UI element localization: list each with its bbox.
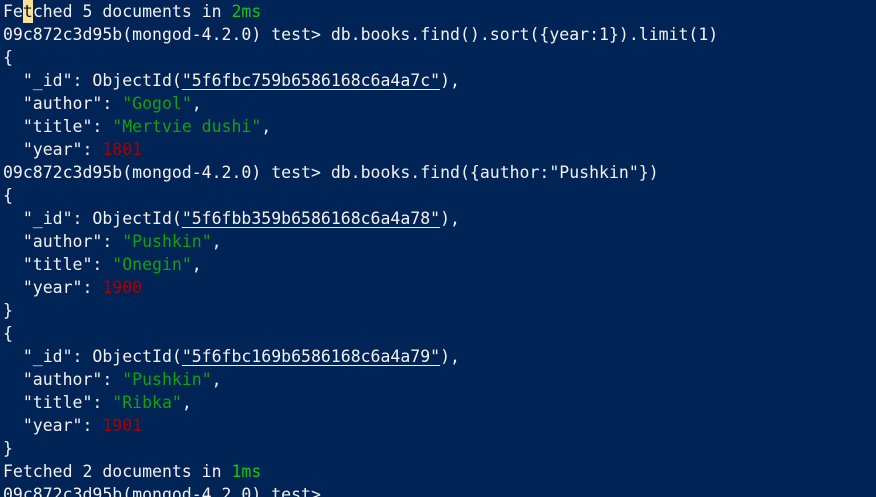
terminal-line: "_id": ObjectId("5f6fbc169b6586168c6a4a7… — [3, 345, 876, 368]
terminal-line: "title": "Mertvie dushi", — [3, 115, 876, 138]
terminal-text: 09c872c3d95b(mongod-4.2.0) test> db.book… — [3, 163, 659, 182]
terminal-line: "year": 1900 — [3, 276, 876, 299]
terminal-line: "author": "Pushkin", — [3, 368, 876, 391]
terminal-line: "title": "Onegin", — [3, 253, 876, 276]
terminal-text: "title": — [3, 117, 113, 136]
terminal-text: ), — [440, 347, 460, 366]
terminal-line: "author": "Pushkin", — [3, 230, 876, 253]
terminal-text: , — [211, 370, 222, 389]
terminal-line: } — [3, 299, 876, 322]
terminal-line: { — [3, 322, 876, 345]
string-value: "Gogol" — [122, 94, 192, 113]
terminal-text: "year": — [3, 140, 103, 159]
terminal-text: Fetched 2 documents in — [3, 462, 232, 481]
string-value: "Pushkin" — [122, 232, 212, 251]
terminal-line: } — [3, 437, 876, 460]
string-value: "Pushkin" — [122, 370, 212, 389]
object-id-value: "5f6fbc169b6586168c6a4a79" — [181, 347, 441, 366]
terminal-line: 09c872c3d95b(mongod-4.2.0) test> db.book… — [3, 23, 876, 46]
terminal-line: "author": "Gogol", — [3, 92, 876, 115]
terminal-line: { — [3, 184, 876, 207]
terminal-text: "year": — [3, 278, 103, 297]
terminal-text: 09c872c3d95b(mongod-4.2.0) test> — [3, 485, 321, 497]
terminal-line: { — [3, 46, 876, 69]
string-value: "Ribka" — [112, 393, 182, 412]
query-time: 2ms — [231, 2, 262, 21]
string-value: "Mertvie dushi" — [112, 117, 262, 136]
terminal-text: } — [3, 301, 13, 320]
number-value: 1900 — [102, 278, 143, 297]
query-time: 1ms — [231, 462, 262, 481]
terminal-text: "author": — [3, 232, 123, 251]
number-value: 1901 — [102, 416, 143, 435]
terminal-text: ), — [440, 209, 460, 228]
terminal-text: ched 5 documents in — [32, 2, 232, 21]
terminal-text: "title": — [3, 393, 113, 412]
terminal-line: 09c872c3d95b(mongod-4.2.0) test> db.book… — [3, 161, 876, 184]
terminal-line: Fetched 2 documents in 1ms — [3, 460, 876, 483]
terminal-text: "_id": ObjectId( — [3, 347, 182, 366]
terminal-line: "year": 1801 — [3, 138, 876, 161]
terminal-text: ), — [440, 71, 460, 90]
terminal-line: "_id": ObjectId("5f6fbb359b6586168c6a4a7… — [3, 207, 876, 230]
terminal-text: "_id": ObjectId( — [3, 209, 182, 228]
terminal-text: "year": — [3, 416, 103, 435]
terminal-text: Fe — [3, 2, 23, 21]
string-value: "Onegin" — [112, 255, 192, 274]
terminal-text: , — [191, 94, 202, 113]
terminal-text: "_id": ObjectId( — [3, 71, 182, 90]
terminal-text: { — [3, 48, 13, 67]
terminal-line: Fetched 5 documents in 2ms — [3, 0, 876, 23]
terminal-text: { — [3, 186, 13, 205]
object-id-value: "5f6fbb359b6586168c6a4a78" — [181, 209, 441, 228]
terminal-text: } — [3, 439, 13, 458]
terminal-output[interactable]: Fetched 5 documents in 2ms 09c872c3d95b(m… — [0, 0, 876, 497]
terminal-line: "title": "Ribka", — [3, 391, 876, 414]
terminal-text: , — [211, 232, 222, 251]
terminal-line: "year": 1901 — [3, 414, 876, 437]
terminal-line: 09c872c3d95b(mongod-4.2.0) test> — [3, 483, 876, 497]
terminal-text: , — [261, 117, 272, 136]
object-id-value: "5f6fbc759b6586168c6a4a7c" — [181, 71, 441, 90]
terminal-text: { — [3, 324, 13, 343]
terminal-text: "title": — [3, 255, 113, 274]
terminal-text: 09c872c3d95b(mongod-4.2.0) test> db.book… — [3, 25, 719, 44]
terminal-text: , — [191, 255, 202, 274]
terminal-text: "author": — [3, 94, 123, 113]
number-value: 1801 — [102, 140, 143, 159]
terminal-line: "_id": ObjectId("5f6fbc759b6586168c6a4a7… — [3, 69, 876, 92]
terminal-text: , — [181, 393, 192, 412]
text-cursor: t — [22, 0, 33, 23]
terminal-text: "author": — [3, 370, 123, 389]
